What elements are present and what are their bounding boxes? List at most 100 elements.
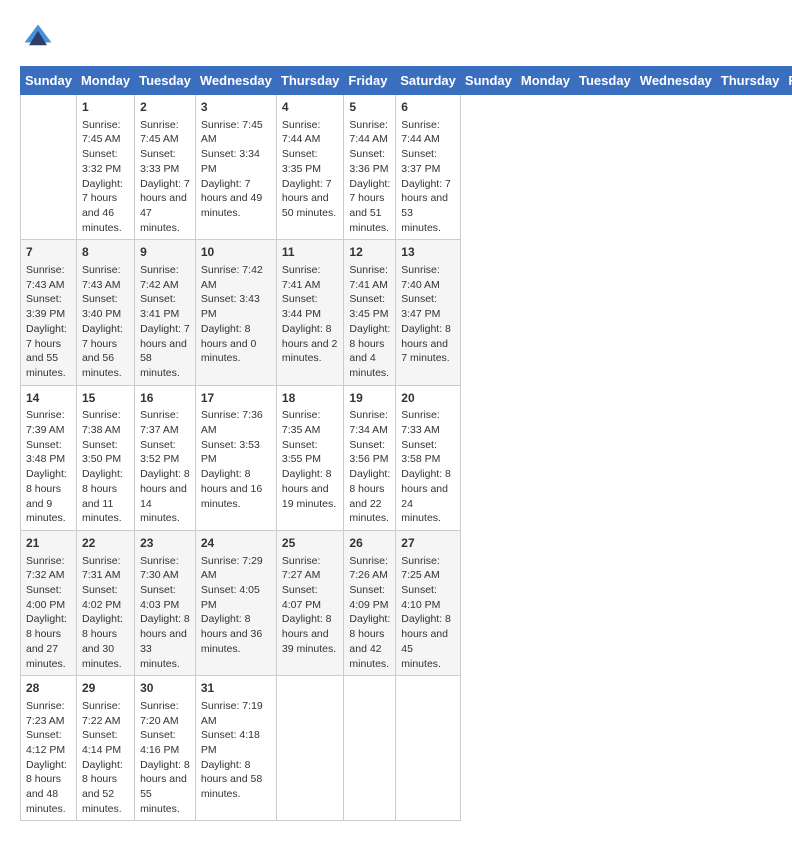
day-number: 27	[401, 535, 455, 552]
col-header-friday: Friday	[344, 67, 396, 95]
day-info: Sunrise: 7:44 AMSunset: 3:36 PMDaylight:…	[349, 118, 390, 236]
day-number: 26	[349, 535, 390, 552]
col-header-sunday: Sunday	[460, 67, 516, 95]
calendar-cell: 13 Sunrise: 7:40 AMSunset: 3:47 PMDayligh…	[396, 240, 461, 385]
day-number: 14	[26, 390, 71, 407]
day-number: 10	[201, 244, 271, 261]
col-header-monday: Monday	[516, 67, 574, 95]
day-info: Sunrise: 7:32 AMSunset: 4:00 PMDaylight:…	[26, 554, 71, 672]
calendar-cell	[396, 676, 461, 821]
day-info: Sunrise: 7:26 AMSunset: 4:09 PMDaylight:…	[349, 554, 390, 672]
calendar-header-row: SundayMondayTuesdayWednesdayThursdayFrid…	[21, 67, 792, 95]
col-header-thursday: Thursday	[276, 67, 344, 95]
day-number: 17	[201, 390, 271, 407]
logo	[20, 20, 62, 56]
day-number: 31	[201, 680, 271, 697]
calendar-cell: 19Sunrise: 7:34 AMSunset: 3:56 PMDayligh…	[344, 385, 396, 530]
day-info: Sunrise: 7:23 AMSunset: 4:12 PMDaylight:…	[26, 699, 71, 817]
calendar-cell: 9 Sunrise: 7:42 AMSunset: 3:41 PMDaylight…	[135, 240, 196, 385]
day-number: 21	[26, 535, 71, 552]
day-number: 9	[140, 244, 190, 261]
calendar-table: SundayMondayTuesdayWednesdayThursdayFrid…	[20, 66, 792, 821]
day-info: Sunrise: 7:40 AMSunset: 3:47 PMDaylight:…	[401, 263, 455, 366]
day-number: 23	[140, 535, 190, 552]
day-number: 13	[401, 244, 455, 261]
day-info: Sunrise: 7:22 AMSunset: 4:14 PMDaylight:…	[82, 699, 129, 817]
calendar-week-1: 7 Sunrise: 7:43 AMSunset: 3:39 PMDaylight…	[21, 240, 792, 385]
day-number: 6	[401, 99, 455, 116]
calendar-cell: 5 Sunrise: 7:44 AMSunset: 3:36 PMDaylight…	[344, 95, 396, 240]
calendar-cell: 15Sunrise: 7:38 AMSunset: 3:50 PMDayligh…	[76, 385, 134, 530]
calendar-cell: 7 Sunrise: 7:43 AMSunset: 3:39 PMDaylight…	[21, 240, 77, 385]
day-number: 3	[201, 99, 271, 116]
calendar-cell: 3 Sunrise: 7:45 AMSunset: 3:34 PMDaylight…	[195, 95, 276, 240]
calendar-cell	[21, 95, 77, 240]
calendar-cell: 2 Sunrise: 7:45 AMSunset: 3:33 PMDaylight…	[135, 95, 196, 240]
calendar-cell: 12Sunrise: 7:41 AMSunset: 3:45 PMDayligh…	[344, 240, 396, 385]
day-number: 18	[282, 390, 339, 407]
day-number: 11	[282, 244, 339, 261]
day-number: 25	[282, 535, 339, 552]
day-info: Sunrise: 7:41 AMSunset: 3:44 PMDaylight:…	[282, 263, 339, 366]
calendar-cell: 8 Sunrise: 7:43 AMSunset: 3:40 PMDaylight…	[76, 240, 134, 385]
calendar-cell: 14Sunrise: 7:39 AMSunset: 3:48 PMDayligh…	[21, 385, 77, 530]
day-number: 4	[282, 99, 339, 116]
day-number: 22	[82, 535, 129, 552]
day-info: Sunrise: 7:38 AMSunset: 3:50 PMDaylight:…	[82, 408, 129, 526]
calendar-cell: 29Sunrise: 7:22 AMSunset: 4:14 PMDayligh…	[76, 676, 134, 821]
calendar-cell: 26 Sunrise: 7:26 AMSunset: 4:09 PMDayligh…	[344, 530, 396, 675]
calendar-cell: 10 Sunrise: 7:42 AMSunset: 3:43 PMDayligh…	[195, 240, 276, 385]
day-info: Sunrise: 7:44 AMSunset: 3:35 PMDaylight:…	[282, 118, 339, 221]
calendar-cell: 1Sunrise: 7:45 AMSunset: 3:32 PMDaylight…	[76, 95, 134, 240]
calendar-week-2: 14Sunrise: 7:39 AMSunset: 3:48 PMDayligh…	[21, 385, 792, 530]
day-info: Sunrise: 7:39 AMSunset: 3:48 PMDaylight:…	[26, 408, 71, 526]
calendar-cell: 31Sunrise: 7:19 AMSunset: 4:18 PMDayligh…	[195, 676, 276, 821]
calendar-week-4: 28Sunrise: 7:23 AMSunset: 4:12 PMDayligh…	[21, 676, 792, 821]
day-number: 30	[140, 680, 190, 697]
day-info: Sunrise: 7:35 AMSunset: 3:55 PMDaylight:…	[282, 408, 339, 511]
day-info: Sunrise: 7:43 AMSunset: 3:40 PMDaylight:…	[82, 263, 129, 381]
logo-icon	[20, 20, 56, 56]
calendar-cell: 6 Sunrise: 7:44 AMSunset: 3:37 PMDaylight…	[396, 95, 461, 240]
calendar-cell: 21 Sunrise: 7:32 AMSunset: 4:00 PMDayligh…	[21, 530, 77, 675]
day-info: Sunrise: 7:42 AMSunset: 3:43 PMDaylight:…	[201, 263, 271, 366]
day-number: 8	[82, 244, 129, 261]
calendar-cell: 16Sunrise: 7:37 AMSunset: 3:52 PMDayligh…	[135, 385, 196, 530]
day-info: Sunrise: 7:25 AMSunset: 4:10 PMDaylight:…	[401, 554, 455, 672]
day-number: 19	[349, 390, 390, 407]
day-info: Sunrise: 7:36 AMSunset: 3:53 PMDaylight:…	[201, 408, 271, 511]
col-header-tuesday: Tuesday	[135, 67, 196, 95]
day-number: 2	[140, 99, 190, 116]
col-header-friday: Friday	[784, 67, 792, 95]
day-info: Sunrise: 7:33 AMSunset: 3:58 PMDaylight:…	[401, 408, 455, 526]
day-number: 7	[26, 244, 71, 261]
day-info: Sunrise: 7:41 AMSunset: 3:45 PMDaylight:…	[349, 263, 390, 381]
day-info: Sunrise: 7:20 AMSunset: 4:16 PMDaylight:…	[140, 699, 190, 817]
calendar-cell: 27 Sunrise: 7:25 AMSunset: 4:10 PMDayligh…	[396, 530, 461, 675]
calendar-cell: 4 Sunrise: 7:44 AMSunset: 3:35 PMDaylight…	[276, 95, 344, 240]
day-number: 24	[201, 535, 271, 552]
day-number: 5	[349, 99, 390, 116]
day-number: 16	[140, 390, 190, 407]
day-info: Sunrise: 7:44 AMSunset: 3:37 PMDaylight:…	[401, 118, 455, 236]
day-info: Sunrise: 7:31 AMSunset: 4:02 PMDaylight:…	[82, 554, 129, 672]
col-header-thursday: Thursday	[716, 67, 784, 95]
calendar-cell	[276, 676, 344, 821]
calendar-cell: 24Sunrise: 7:29 AMSunset: 4:05 PMDayligh…	[195, 530, 276, 675]
col-header-saturday: Saturday	[396, 67, 461, 95]
day-info: Sunrise: 7:37 AMSunset: 3:52 PMDaylight:…	[140, 408, 190, 526]
day-info: Sunrise: 7:42 AMSunset: 3:41 PMDaylight:…	[140, 263, 190, 381]
day-info: Sunrise: 7:45 AMSunset: 3:34 PMDaylight:…	[201, 118, 271, 221]
day-info: Sunrise: 7:45 AMSunset: 3:32 PMDaylight:…	[82, 118, 129, 236]
col-header-monday: Monday	[76, 67, 134, 95]
day-info: Sunrise: 7:45 AMSunset: 3:33 PMDaylight:…	[140, 118, 190, 236]
calendar-week-3: 21 Sunrise: 7:32 AMSunset: 4:00 PMDayligh…	[21, 530, 792, 675]
page-header	[20, 20, 772, 56]
day-number: 15	[82, 390, 129, 407]
col-header-tuesday: Tuesday	[575, 67, 636, 95]
col-header-sunday: Sunday	[21, 67, 77, 95]
day-number: 20	[401, 390, 455, 407]
calendar-cell	[344, 676, 396, 821]
day-info: Sunrise: 7:43 AMSunset: 3:39 PMDaylight:…	[26, 263, 71, 381]
calendar-cell: 20Sunrise: 7:33 AMSunset: 3:58 PMDayligh…	[396, 385, 461, 530]
